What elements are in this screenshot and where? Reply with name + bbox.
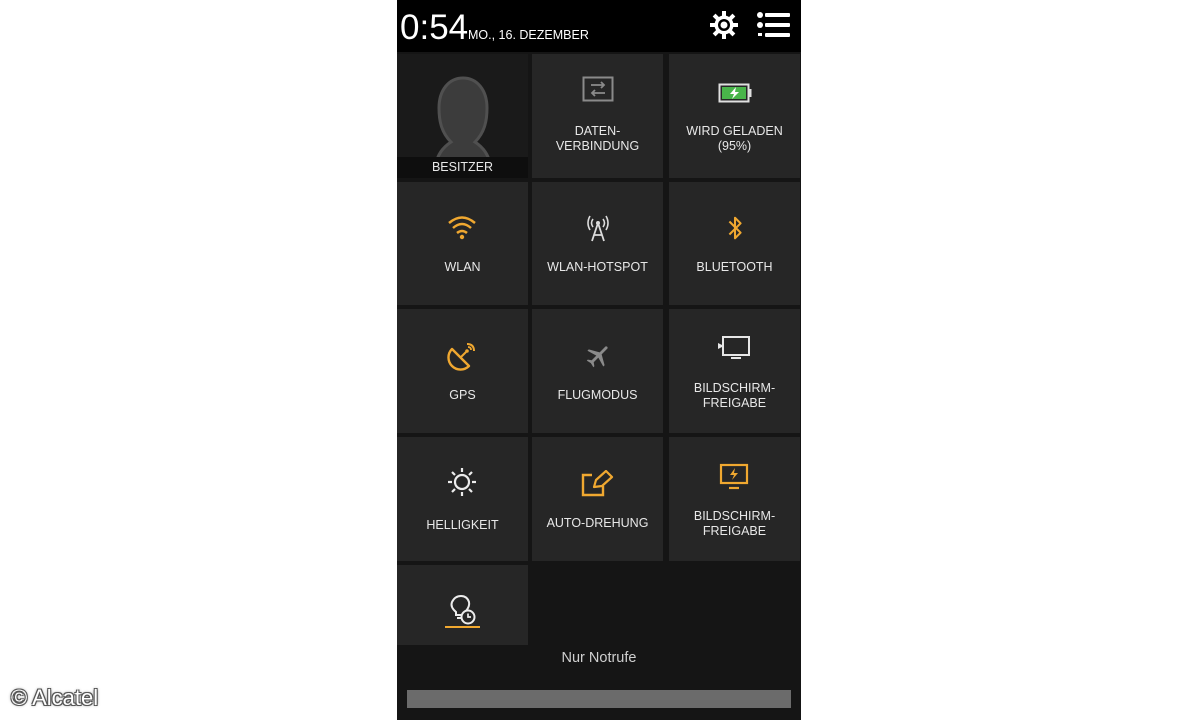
share2-label-1: BILDSCHIRM- <box>693 509 776 523</box>
share1-label-1: BILDSCHIRM- <box>693 381 776 395</box>
bulb-timer-tile[interactable] <box>397 565 528 645</box>
hotspot-icon <box>587 215 609 242</box>
rotate-icon <box>581 470 614 497</box>
screen-share-tile-2[interactable]: BILDSCHIRM- FREIGABE <box>669 437 800 561</box>
status-bar: 0:54 MO., 16. DEZEMBER <box>397 0 801 52</box>
rotation-label: AUTO-DREHUNG <box>546 516 649 530</box>
airplane-icon <box>586 346 608 368</box>
data-label-1: DATEN- <box>574 124 621 138</box>
charging-tile[interactable]: WIRD GELADEN (95%) <box>669 54 800 178</box>
flight-label: FLUGMODUS <box>557 388 638 402</box>
bluetooth-icon <box>728 216 742 240</box>
lightbulb-timer-icon <box>450 595 476 625</box>
share2-label-2: FREIGABE <box>702 524 767 538</box>
charging-label-1: WIRD GELADEN <box>686 124 783 138</box>
active-indicator <box>445 626 480 628</box>
phone-screen: 0:54 MO., 16. DEZEMBER BESITZER DATEN- V… <box>397 0 801 720</box>
emergency-only-label: Nur Notrufe <box>561 650 637 666</box>
wlan-tile[interactable]: WLAN <box>397 182 528 305</box>
bluetooth-label: BLUETOOTH <box>696 260 773 274</box>
wifi-icon <box>448 216 476 240</box>
copyright-watermark: © Alcatel <box>11 685 99 710</box>
cast-screen-icon <box>718 336 750 359</box>
sun-icon <box>448 468 476 496</box>
satellite-icon <box>447 343 475 371</box>
data-transfer-icon <box>582 76 614 102</box>
auto-rotation-tile[interactable]: AUTO-DREHUNG <box>532 437 663 561</box>
brightness-tile[interactable]: HELLIGKEIT <box>397 437 528 561</box>
cast-screen-icon <box>719 463 749 490</box>
list-icon[interactable] <box>756 10 792 40</box>
battery-icon <box>718 83 752 103</box>
screen-share-tile-1[interactable]: BILDSCHIRM- FREIGABE <box>669 309 800 433</box>
bluetooth-tile[interactable]: BLUETOOTH <box>669 182 800 305</box>
hotspot-tile[interactable]: WLAN-HOTSPOT <box>532 182 663 305</box>
gps-label: GPS <box>449 388 476 402</box>
clock: 0:54 <box>400 8 469 47</box>
date: MO., 16. DEZEMBER <box>468 28 589 42</box>
gear-icon[interactable] <box>709 10 739 40</box>
owner-label: BESITZER <box>431 160 494 174</box>
charging-label-2: (95%) <box>717 139 752 153</box>
data-label-2: VERBINDUNG <box>555 139 640 153</box>
data-connection-tile[interactable]: DATEN- VERBINDUNG <box>532 54 663 178</box>
hotspot-label: WLAN-HOTSPOT <box>547 260 648 274</box>
share1-label-2: FREIGABE <box>702 396 767 410</box>
flight-mode-tile[interactable]: FLUGMODUS <box>532 309 663 433</box>
bottom-handle-bar[interactable] <box>407 690 791 708</box>
brightness-label: HELLIGKEIT <box>426 518 499 532</box>
wlan-label: WLAN <box>444 260 481 274</box>
owner-tile[interactable]: BESITZER <box>397 54 528 178</box>
gps-tile[interactable]: GPS <box>397 309 528 433</box>
